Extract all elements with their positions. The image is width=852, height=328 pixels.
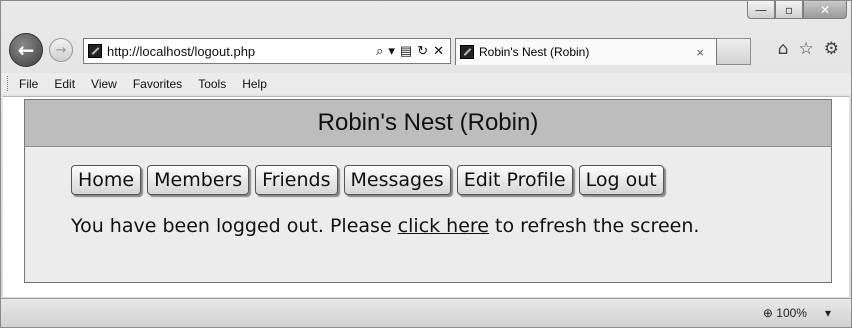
stop-icon[interactable]: ✕ bbox=[433, 43, 444, 59]
page-container: Robin's Nest (Robin) Home Members Friend… bbox=[24, 99, 832, 283]
close-window-button[interactable]: ✕ bbox=[803, 1, 847, 19]
menu-bar: File Edit View Favorites Tools Help bbox=[1, 73, 851, 94]
back-arrow-icon: ← bbox=[17, 38, 35, 62]
window-controls: — ▫ ✕ bbox=[747, 1, 847, 19]
settings-gear-icon[interactable]: ⚙ bbox=[824, 39, 839, 59]
minimize-button[interactable]: — bbox=[747, 1, 775, 19]
favorites-star-icon[interactable]: ☆ bbox=[799, 39, 814, 59]
toolbar-icons: ⌂ ☆ ⚙ bbox=[778, 39, 839, 59]
compatibility-view-icon[interactable]: ▤ bbox=[400, 43, 412, 59]
navigation-bar: ← → http://localhost/logout.php ⌕ ▾ ▤ ↻ … bbox=[9, 33, 843, 67]
address-url[interactable]: http://localhost/logout.php bbox=[107, 44, 376, 59]
members-button[interactable]: Members bbox=[147, 165, 250, 195]
page-viewport: Robin's Nest (Robin) Home Members Friend… bbox=[3, 96, 849, 297]
home-icon[interactable]: ⌂ bbox=[778, 39, 789, 59]
menu-grip bbox=[7, 76, 10, 91]
site-favicon-icon bbox=[88, 44, 102, 58]
page-title: Robin's Nest (Robin) bbox=[25, 100, 831, 147]
zoom-control[interactable]: ⊕ 100% bbox=[763, 306, 807, 320]
forward-arrow-icon: → bbox=[55, 42, 67, 58]
tab-close-icon[interactable]: × bbox=[696, 45, 704, 60]
messages-button[interactable]: Messages bbox=[343, 165, 451, 195]
menu-help[interactable]: Help bbox=[242, 77, 267, 91]
refresh-icon[interactable]: ↻ bbox=[417, 43, 428, 59]
menu-tools[interactable]: Tools bbox=[198, 77, 226, 91]
edit-profile-button[interactable]: Edit Profile bbox=[456, 165, 573, 195]
zoom-icon: ⊕ bbox=[762, 306, 773, 320]
tab-title: Robin's Nest (Robin) bbox=[479, 45, 590, 59]
menu-file[interactable]: File bbox=[19, 77, 38, 91]
home-button[interactable]: Home bbox=[71, 165, 142, 195]
maximize-button[interactable]: ▫ bbox=[775, 1, 803, 19]
forward-button[interactable]: → bbox=[49, 38, 73, 62]
status-bar: ⊕ 100% ▾ bbox=[1, 298, 851, 327]
search-dropdown-icon[interactable]: ▾ bbox=[388, 43, 395, 59]
browser-window: — ▫ ✕ ← → http://localhost/logout.php ⌕ … bbox=[0, 0, 852, 328]
browser-tab[interactable]: Robin's Nest (Robin) × bbox=[455, 38, 717, 65]
refresh-link[interactable]: click here bbox=[398, 215, 489, 237]
logout-message-tail: to refresh the screen. bbox=[489, 215, 700, 237]
zoom-dropdown-icon[interactable]: ▾ bbox=[825, 306, 831, 320]
address-bar[interactable]: http://localhost/logout.php ⌕ ▾ ▤ ↻ ✕ bbox=[83, 38, 451, 64]
search-icon[interactable]: ⌕ bbox=[376, 43, 383, 59]
menu-favorites[interactable]: Favorites bbox=[133, 77, 182, 91]
address-tools: ⌕ ▾ ▤ ↻ ✕ bbox=[376, 43, 444, 59]
tab-favicon-icon bbox=[460, 45, 474, 59]
back-button[interactable]: ← bbox=[9, 33, 43, 67]
menu-edit[interactable]: Edit bbox=[54, 77, 75, 91]
friends-button[interactable]: Friends bbox=[255, 165, 338, 195]
log-out-button[interactable]: Log out bbox=[578, 165, 664, 195]
new-tab-button[interactable] bbox=[717, 38, 751, 65]
logout-message-text: You have been logged out. Please bbox=[71, 215, 398, 237]
zoom-level: 100% bbox=[776, 306, 807, 320]
site-nav: Home Members Friends Messages Edit Profi… bbox=[71, 165, 831, 195]
logout-message: You have been logged out. Please click h… bbox=[71, 215, 831, 237]
menu-view[interactable]: View bbox=[91, 77, 117, 91]
